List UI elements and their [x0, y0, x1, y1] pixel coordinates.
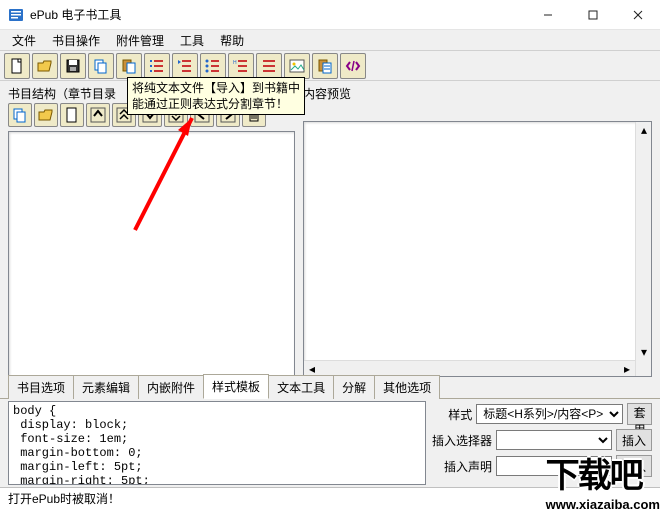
- preview-vscroll[interactable]: ▴ ▾: [635, 122, 651, 376]
- tab-other[interactable]: 其他选项: [374, 375, 440, 399]
- paste2-button[interactable]: [312, 53, 338, 79]
- image-button[interactable]: [284, 53, 310, 79]
- scroll-down-icon[interactable]: ▾: [636, 344, 652, 360]
- menubar: 文件 书目操作 附件管理 工具 帮助: [0, 30, 660, 51]
- tab-element-edit[interactable]: 元素编辑: [73, 375, 139, 399]
- menu-file[interactable]: 文件: [4, 30, 44, 51]
- main-area: 书目结构（章节目录 内容预览 ▴ ▾ ◂ ▸: [0, 81, 660, 377]
- move-up-button[interactable]: [86, 103, 110, 127]
- list-d-button[interactable]: H: [228, 53, 254, 79]
- list-b-button[interactable]: [172, 53, 198, 79]
- preview-hscroll[interactable]: ◂ ▸: [304, 360, 635, 376]
- preview-label: 内容预览: [303, 85, 652, 101]
- tree-doc-button[interactable]: [60, 103, 84, 127]
- paste-button[interactable]: [116, 53, 142, 79]
- tab-text-tools[interactable]: 文本工具: [268, 375, 334, 399]
- tab-book-options[interactable]: 书目选项: [8, 375, 74, 399]
- style-controls: 样式 标题<H系列>/内容<P> 套用 插入选择器 插入 插入声明 插入: [428, 399, 660, 487]
- window-title: ePub 电子书工具: [30, 6, 525, 23]
- svg-text:H: H: [233, 60, 237, 66]
- copy-button[interactable]: [88, 53, 114, 79]
- tree-copy-button[interactable]: [8, 103, 32, 127]
- bottom-panel: body { display: block; font-size: 1em; m…: [0, 399, 660, 487]
- tooltip-line1: 将纯文本文件【导入】到书籍中: [132, 80, 300, 96]
- scroll-right-icon[interactable]: ▸: [619, 361, 635, 377]
- style-label: 样式: [432, 406, 472, 423]
- tab-decompose[interactable]: 分解: [333, 375, 375, 399]
- decl-label: 插入声明: [432, 458, 492, 475]
- style-select[interactable]: 标题<H系列>/内容<P>: [476, 404, 623, 424]
- chapter-tree[interactable]: [8, 131, 295, 377]
- new-button[interactable]: [4, 53, 30, 79]
- code-button[interactable]: [340, 53, 366, 79]
- menu-help[interactable]: 帮助: [212, 30, 252, 51]
- selector-select[interactable]: [496, 430, 612, 450]
- list-a-button[interactable]: [144, 53, 170, 79]
- close-button[interactable]: [615, 0, 660, 30]
- tree-open-button[interactable]: [34, 103, 58, 127]
- app-icon: [8, 7, 24, 23]
- tooltip-line2: 能通过正则表达式分割章节！: [132, 96, 300, 112]
- tab-style-template[interactable]: 样式模板: [203, 374, 269, 399]
- content-preview[interactable]: ▴ ▾ ◂ ▸: [303, 121, 652, 377]
- titlebar: ePub 电子书工具: [0, 0, 660, 30]
- bottom-tabs: 书目选项 元素编辑 内嵌附件 样式模板 文本工具 分解 其他选项: [0, 377, 660, 399]
- menu-book-ops[interactable]: 书目操作: [44, 30, 108, 51]
- minimize-button[interactable]: [525, 0, 570, 30]
- status-bar: 打开ePub时被取消！: [0, 487, 660, 507]
- right-panel: 内容预览 ▴ ▾ ◂ ▸: [299, 81, 660, 377]
- open-button[interactable]: [32, 53, 58, 79]
- save-button[interactable]: [60, 53, 86, 79]
- list-e-button[interactable]: [256, 53, 282, 79]
- list-c-button[interactable]: [200, 53, 226, 79]
- import-tooltip: 将纯文本文件【导入】到书籍中 能通过正则表达式分割章节！: [127, 77, 305, 115]
- apply-style-button[interactable]: 套用: [627, 403, 652, 425]
- insert-decl-button[interactable]: 插入: [616, 455, 652, 477]
- maximize-button[interactable]: [570, 0, 615, 30]
- selector-label: 插入选择器: [432, 432, 492, 449]
- decl-select[interactable]: [496, 456, 612, 476]
- main-toolbar: H: [0, 51, 660, 81]
- insert-selector-button[interactable]: 插入: [616, 429, 652, 451]
- scroll-up-icon[interactable]: ▴: [636, 122, 652, 138]
- css-editor[interactable]: body { display: block; font-size: 1em; m…: [8, 401, 426, 485]
- menu-tools[interactable]: 工具: [172, 30, 212, 51]
- window-buttons: [525, 0, 660, 30]
- menu-attachments[interactable]: 附件管理: [108, 30, 172, 51]
- left-panel: 书目结构（章节目录: [0, 81, 299, 377]
- tab-embedded[interactable]: 内嵌附件: [138, 375, 204, 399]
